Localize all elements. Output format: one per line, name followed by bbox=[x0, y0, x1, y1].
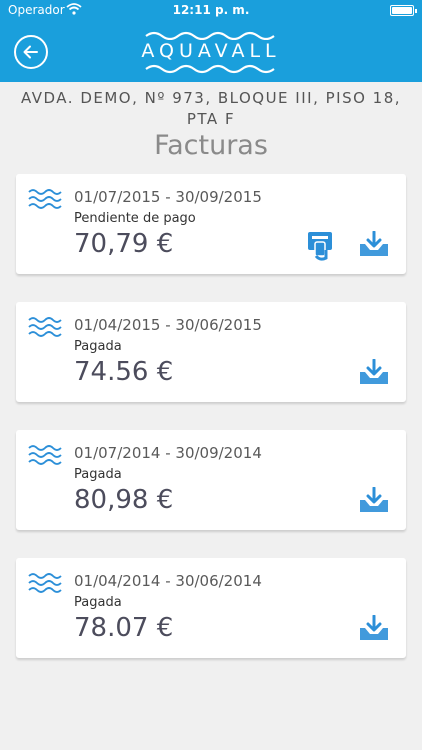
battery-icon bbox=[390, 5, 417, 16]
invoice-card[interactable]: 01/07/2015 - 30/09/2015 Pendiente de pag… bbox=[16, 174, 406, 274]
invoice-period: 01/07/2014 - 30/09/2014 bbox=[74, 444, 262, 462]
invoice-amount: 80,98 € bbox=[74, 485, 174, 515]
logo-top-wave-icon bbox=[145, 31, 275, 40]
nav-bar: AQUAVALL bbox=[0, 22, 422, 82]
download-icon[interactable] bbox=[358, 231, 390, 259]
card-payment-icon[interactable] bbox=[306, 230, 334, 262]
invoice-period: 01/04/2015 - 30/06/2015 bbox=[74, 316, 262, 334]
invoice-status: Pendiente de pago bbox=[74, 211, 196, 226]
download-icon[interactable] bbox=[358, 359, 390, 387]
back-arrow-icon bbox=[23, 45, 38, 59]
logo-text: AQUAVALL bbox=[141, 40, 281, 62]
water-waves-icon bbox=[28, 189, 62, 209]
invoice-status: Pagada bbox=[74, 595, 122, 610]
invoice-status: Pagada bbox=[74, 339, 122, 354]
invoice-amount: 78.07 € bbox=[74, 613, 174, 643]
aquavall-logo: AQUAVALL bbox=[140, 28, 282, 76]
invoice-card[interactable]: 01/07/2014 - 30/09/2014 Pagada 80,98 € bbox=[16, 430, 406, 530]
clock: 12:11 p. m. bbox=[172, 3, 250, 17]
invoice-period: 01/07/2015 - 30/09/2015 bbox=[74, 188, 262, 206]
invoice-status: Pagada bbox=[74, 467, 122, 482]
logo-bottom-wave-icon bbox=[145, 64, 275, 74]
water-waves-icon bbox=[28, 317, 62, 337]
supply-address: AVDA. DEMO, Nº 973, BLOQUE III, PISO 18,… bbox=[20, 89, 402, 128]
water-waves-icon bbox=[28, 445, 62, 465]
invoice-amount: 70,79 € bbox=[74, 229, 174, 259]
download-icon[interactable] bbox=[358, 615, 390, 643]
back-button[interactable] bbox=[14, 35, 48, 69]
water-waves-icon bbox=[28, 573, 62, 593]
invoice-card[interactable]: 01/04/2015 - 30/06/2015 Pagada 74.56 € bbox=[16, 302, 406, 402]
download-icon[interactable] bbox=[358, 487, 390, 515]
invoice-period: 01/04/2014 - 30/06/2014 bbox=[74, 572, 262, 590]
status-bar: Operador 12:11 p. m. bbox=[0, 0, 422, 22]
invoice-card[interactable]: 01/04/2014 - 30/06/2014 Pagada 78.07 € bbox=[16, 558, 406, 658]
page-title: Facturas bbox=[154, 130, 268, 161]
invoice-amount: 74.56 € bbox=[74, 357, 174, 387]
